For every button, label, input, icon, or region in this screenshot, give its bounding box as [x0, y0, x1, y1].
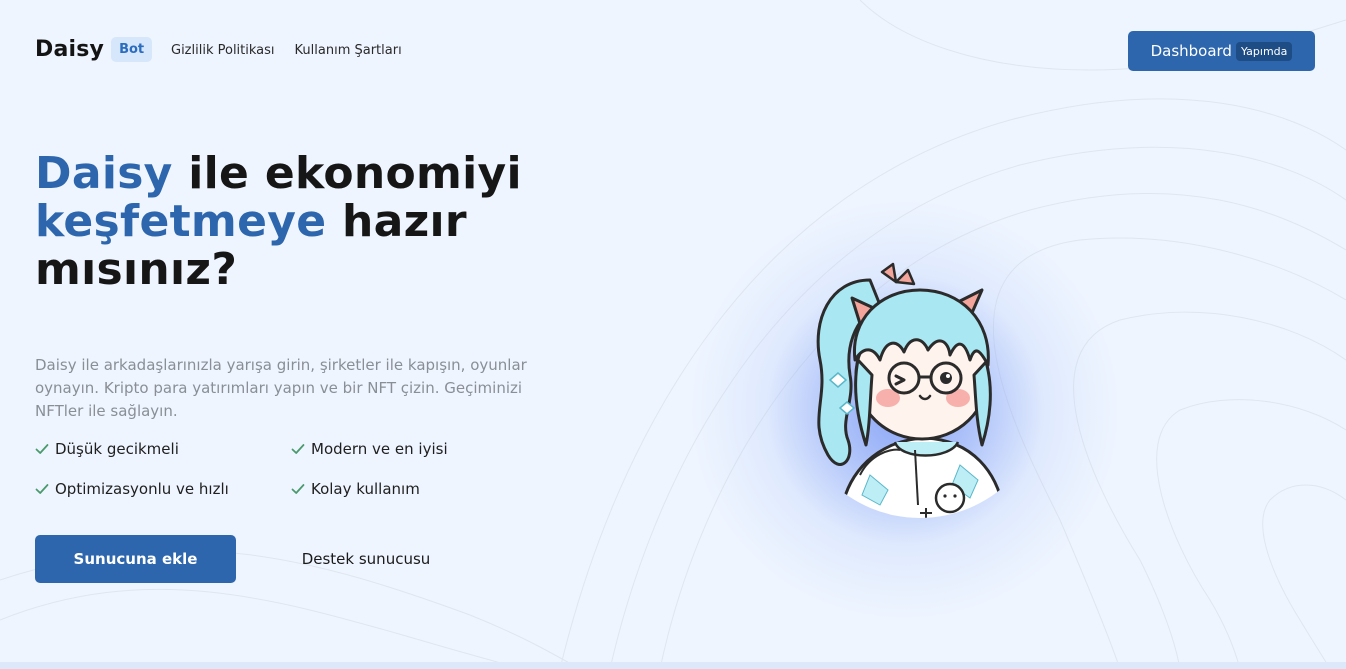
- feature-label: Kolay kullanım: [311, 480, 420, 498]
- hero-title: Daisy ile ekonomiyi keşfetmeye hazır mıs…: [35, 150, 555, 294]
- nav-link-privacy-policy[interactable]: Gizlilik Politikası: [171, 43, 275, 58]
- hero-description: Daisy ile arkadaşlarınızla yarışa girin,…: [35, 356, 527, 420]
- hero-title-accent-2: keşfetmeye: [35, 196, 327, 247]
- check-icon: [35, 484, 49, 494]
- feature-item: Düşük gecikmeli: [35, 440, 179, 458]
- feature-label: Düşük gecikmeli: [55, 440, 179, 458]
- mascot-illustration: [816, 262, 1007, 518]
- check-icon: [291, 444, 305, 454]
- brand-badge: Bot: [111, 37, 153, 62]
- check-icon: [291, 484, 305, 494]
- feature-item: Optimizasyonlu ve hızlı: [35, 480, 229, 498]
- feature-item: Kolay kullanım: [291, 480, 420, 498]
- bottom-section-edge: [0, 662, 1346, 669]
- nav-links: Gizlilik Politikası Kullanım Şartları: [171, 43, 402, 58]
- brand-logo[interactable]: Daisy Bot: [35, 37, 153, 62]
- dashboard-button[interactable]: Dashboard Yapımda: [1128, 31, 1315, 71]
- check-icon: [35, 444, 49, 454]
- support-server-button[interactable]: Destek sunucusu: [276, 535, 456, 583]
- feature-label: Optimizasyonlu ve hızlı: [55, 480, 229, 498]
- dashboard-label: Dashboard: [1150, 42, 1232, 60]
- brand-name: Daisy: [35, 37, 105, 62]
- hero-title-accent-1: Daisy: [35, 148, 173, 199]
- feature-item: Modern ve en iyisi: [291, 440, 448, 458]
- nav-link-terms-of-use[interactable]: Kullanım Şartları: [295, 43, 402, 58]
- feature-label: Modern ve en iyisi: [311, 440, 448, 458]
- top-navbar: Daisy Bot Gizlilik Politikası Kullanım Ş…: [35, 31, 1315, 71]
- add-to-server-button[interactable]: Sunucuna ekle: [35, 535, 236, 583]
- dashboard-status-tag: Yapımda: [1235, 41, 1293, 61]
- hero-title-part-2: ile ekonomiyi: [172, 148, 522, 199]
